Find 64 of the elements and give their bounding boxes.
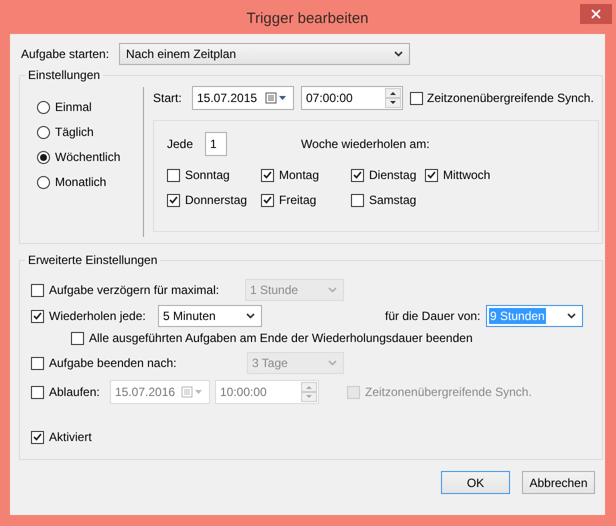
checkbox-label: Zeitzonenübergreifende Synch. — [427, 91, 594, 105]
checkbox-label: Mittwoch — [443, 168, 490, 182]
checkbox-label: Montag — [279, 168, 320, 182]
checkbox-label: Ablaufen: — [49, 385, 101, 399]
radio-button[interactable] — [37, 150, 50, 164]
dialog-button[interactable]: OK — [441, 471, 510, 494]
calendar-dropdown-icon — [181, 386, 205, 398]
checkbox-label: Aufgabe beenden nach: — [49, 356, 178, 370]
calendar-dropdown-icon — [265, 92, 289, 104]
close-icon — [591, 9, 601, 19]
field-label: Woche wiederholen am: — [301, 137, 430, 151]
date-field[interactable]: 15.07.2015 — [192, 86, 294, 110]
checkbox-label: Aktiviert — [49, 430, 92, 444]
group-title: Einstellungen — [27, 68, 102, 82]
checkbox[interactable] — [261, 168, 274, 182]
chevron-down-icon — [567, 313, 576, 319]
close-button[interactable] — [580, 4, 612, 24]
start-label: Start: — [153, 91, 183, 105]
time-field[interactable]: 07:00:00 — [301, 86, 403, 110]
field-label: für die Dauer von: — [385, 309, 481, 323]
chevron-down-icon — [328, 360, 337, 366]
spinner-icon[interactable] — [385, 88, 401, 108]
dropdown[interactable]: 5 Minuten — [158, 305, 262, 327]
chevron-down-icon — [394, 51, 403, 57]
radio-button[interactable] — [37, 126, 50, 138]
checkbox-label: Aufgabe verzögern für maximal: — [49, 283, 220, 297]
checkbox[interactable] — [351, 168, 364, 182]
field-label: Aufgabe starten: — [21, 47, 110, 61]
dropdown[interactable]: Nach einem Zeitplan — [119, 43, 410, 65]
checkbox-label: Donnerstag — [185, 193, 248, 207]
checkbox[interactable] — [31, 284, 44, 296]
checkbox[interactable] — [261, 194, 274, 206]
checkbox[interactable] — [31, 310, 44, 322]
number-field[interactable]: 1 — [205, 132, 228, 156]
radio-button[interactable] — [37, 176, 50, 188]
time-field[interactable]: 10:00:00 — [215, 380, 319, 404]
checkbox[interactable] — [425, 168, 438, 182]
date-field[interactable]: 15.07.2016 — [110, 380, 210, 404]
checkbox-label: Freitag — [279, 193, 316, 207]
chevron-down-icon — [328, 287, 337, 293]
chevron-down-icon — [246, 313, 255, 319]
checkbox[interactable] — [410, 92, 423, 104]
window-title: Trigger bearbeiten — [246, 8, 368, 26]
checkbox-label: Samstag — [369, 193, 416, 207]
checkbox[interactable] — [351, 194, 364, 206]
radio-label: Wöchentlich — [55, 150, 120, 164]
checkbox[interactable] — [31, 386, 44, 398]
checkbox-label: Dienstag — [369, 168, 416, 182]
checkbox-label: Alle ausgeführten Aufgaben am Ende der Wiederholungsdauer beenden — [89, 331, 473, 345]
checkbox-label: Sonntag — [185, 168, 230, 182]
field-label: Jede — [167, 137, 194, 151]
dialog-button[interactable]: Abbrechen — [522, 471, 595, 494]
checkbox[interactable] — [71, 332, 84, 344]
checkbox[interactable] — [167, 168, 180, 182]
radio-button[interactable] — [37, 100, 50, 114]
checkbox[interactable] — [31, 356, 44, 370]
radio-label: Einmal — [55, 100, 92, 114]
group-title: Erweiterte Einstellungen — [27, 253, 158, 267]
checkbox[interactable] — [167, 194, 180, 206]
radio-label: Monatlich — [55, 175, 106, 189]
checkbox-label: Zeitzonenübergreifende Synch. — [365, 385, 532, 399]
checkbox-label: Wiederholen jede: — [49, 309, 147, 323]
radio-label: Täglich — [55, 125, 94, 139]
checkbox[interactable] — [31, 430, 44, 444]
